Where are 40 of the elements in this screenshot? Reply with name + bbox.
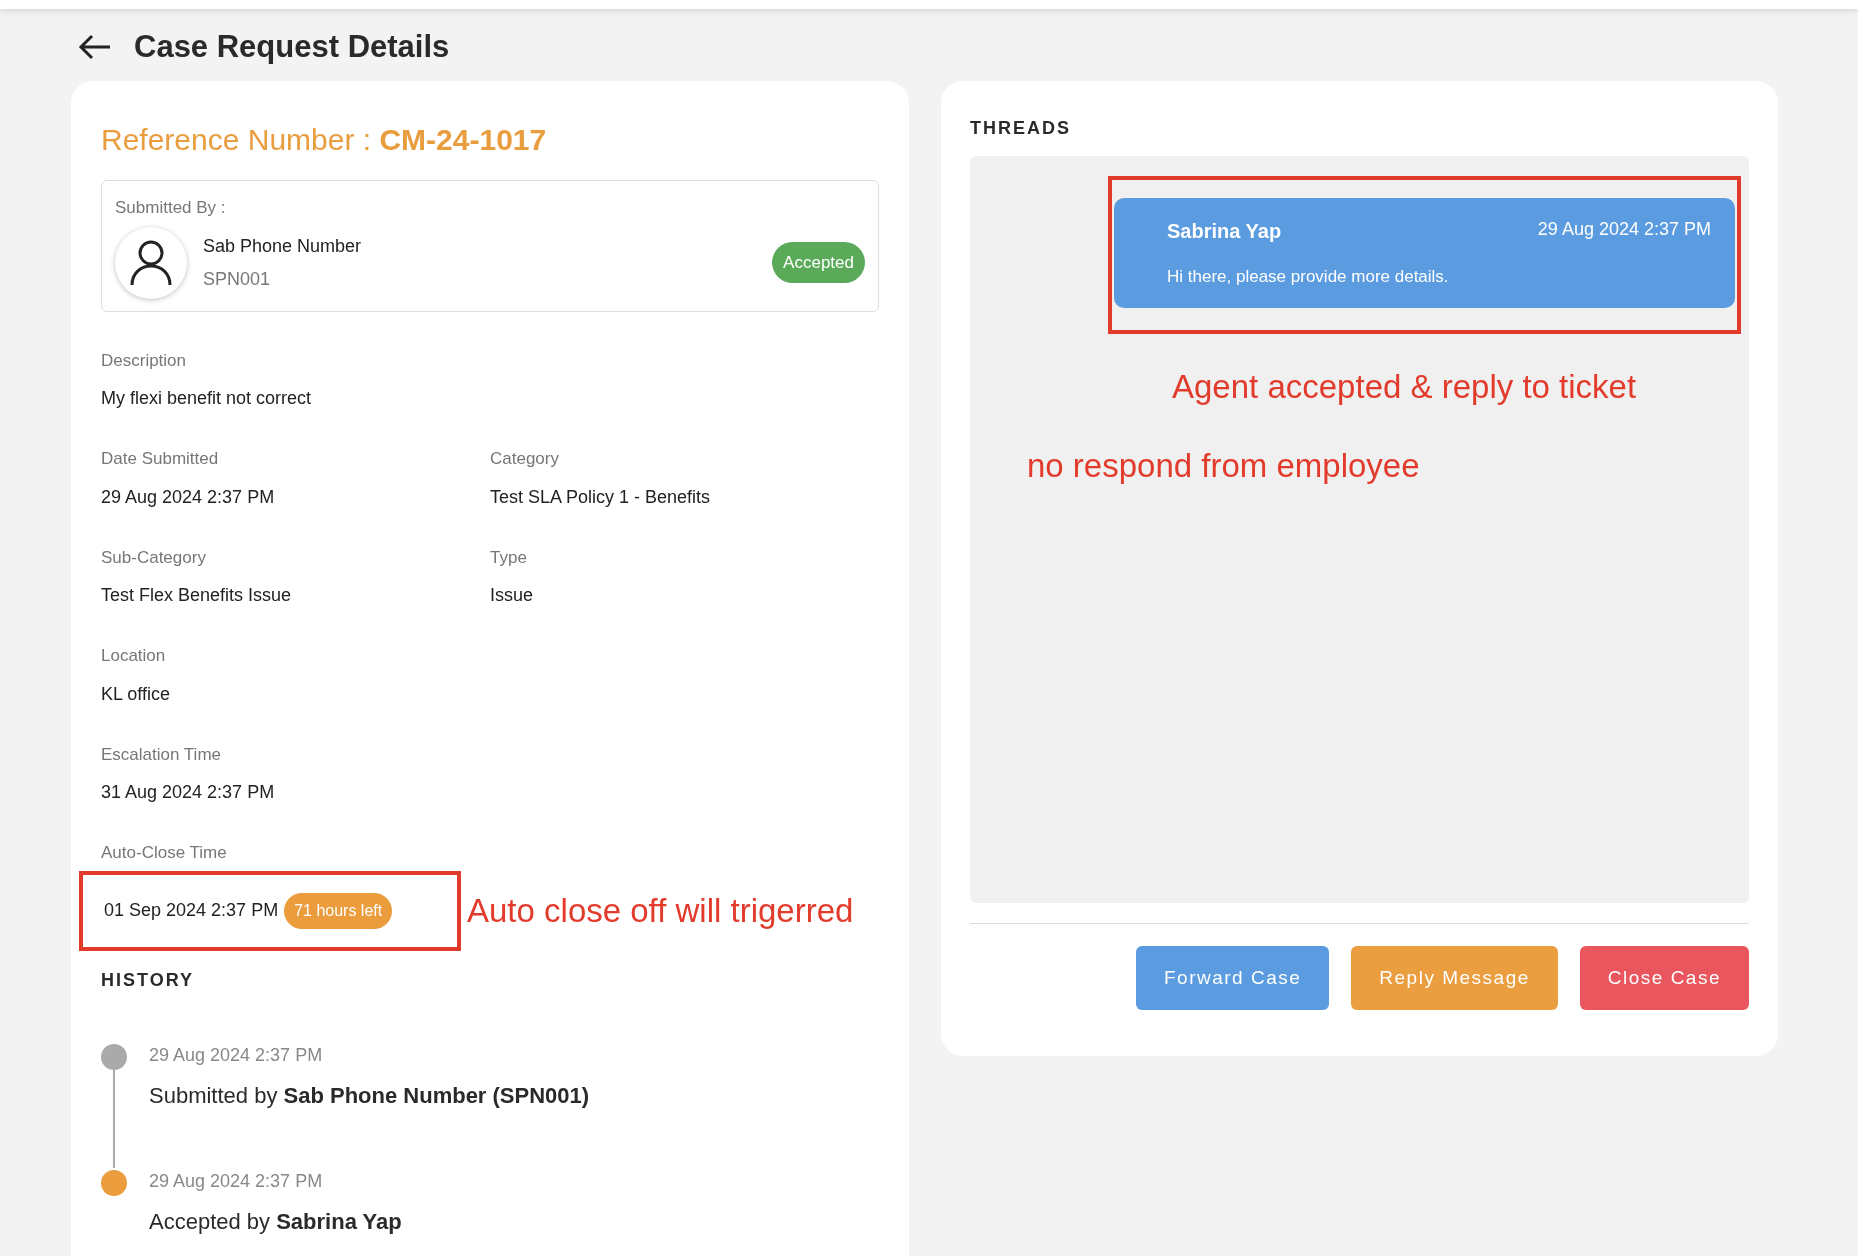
field-value: My flexi benefit not correct [101,387,313,410]
field-value: Test SLA Policy 1 - Benefits [490,485,712,509]
submitter-id: SPN001 [203,267,272,291]
page-title: Case Request Details [134,27,450,66]
field-label: Category [490,448,560,470]
submitted-by-label: Submitted By : [115,197,227,219]
action-button[interactable]: Close Case [1579,946,1749,1010]
action-button[interactable]: Reply Message [1351,946,1558,1010]
action-button[interactable]: Forward Case [1136,946,1330,1010]
message-text: Hi there, please provide more details. [1167,266,1450,288]
back-arrow-icon[interactable] [78,33,112,61]
history-heading: HISTORY [101,968,195,992]
reference-number: Reference Number : CM-24-1017 [101,122,548,158]
history-time: 29 Aug 2024 2:37 PM [149,1043,324,1067]
field-value: 29 Aug 2024 2:37 PM [101,485,276,509]
field-label: Date Submitted [101,448,220,470]
field-label: Location [101,645,167,667]
auto-close-time: 01 Sep 2024 2:37 PM [104,899,279,922]
time-left-badge: 71 hours left [284,892,393,929]
field-label: Escalation Time [101,743,222,766]
field-value: Test Flex Benefits Issue [101,584,293,607]
field-value: KL office [101,682,172,706]
field-value: Issue [490,584,535,607]
message-time: 29 Aug 2024 2:37 PM [1537,218,1711,241]
person-icon [129,239,173,286]
annotation-text: no respond from employee [1027,446,1421,486]
field-label: Auto-Close Time [101,842,228,864]
history-time: 29 Aug 2024 2:37 PM [149,1169,324,1193]
field-label: Type [490,546,528,569]
threads-heading: THREADS [970,117,1072,140]
submitter-name: Sab Phone Number [203,234,362,258]
status-badge: Accepted [772,241,865,284]
field-label: Description [101,349,188,372]
annotation-text: Agent accepted & reply to ticket [1172,366,1638,407]
annotation-text: Auto close off will trigerred [467,890,854,931]
message-sender: Sabrina Yap [1167,219,1282,244]
field-value: 31 Aug 2024 2:37 PM [101,781,276,804]
history-entry: Submitted by Sab Phone Number (SPN001) [149,1081,590,1110]
history-entry: Accepted by Sabrina Yap [149,1207,402,1236]
field-label: Sub-Category [101,546,207,569]
